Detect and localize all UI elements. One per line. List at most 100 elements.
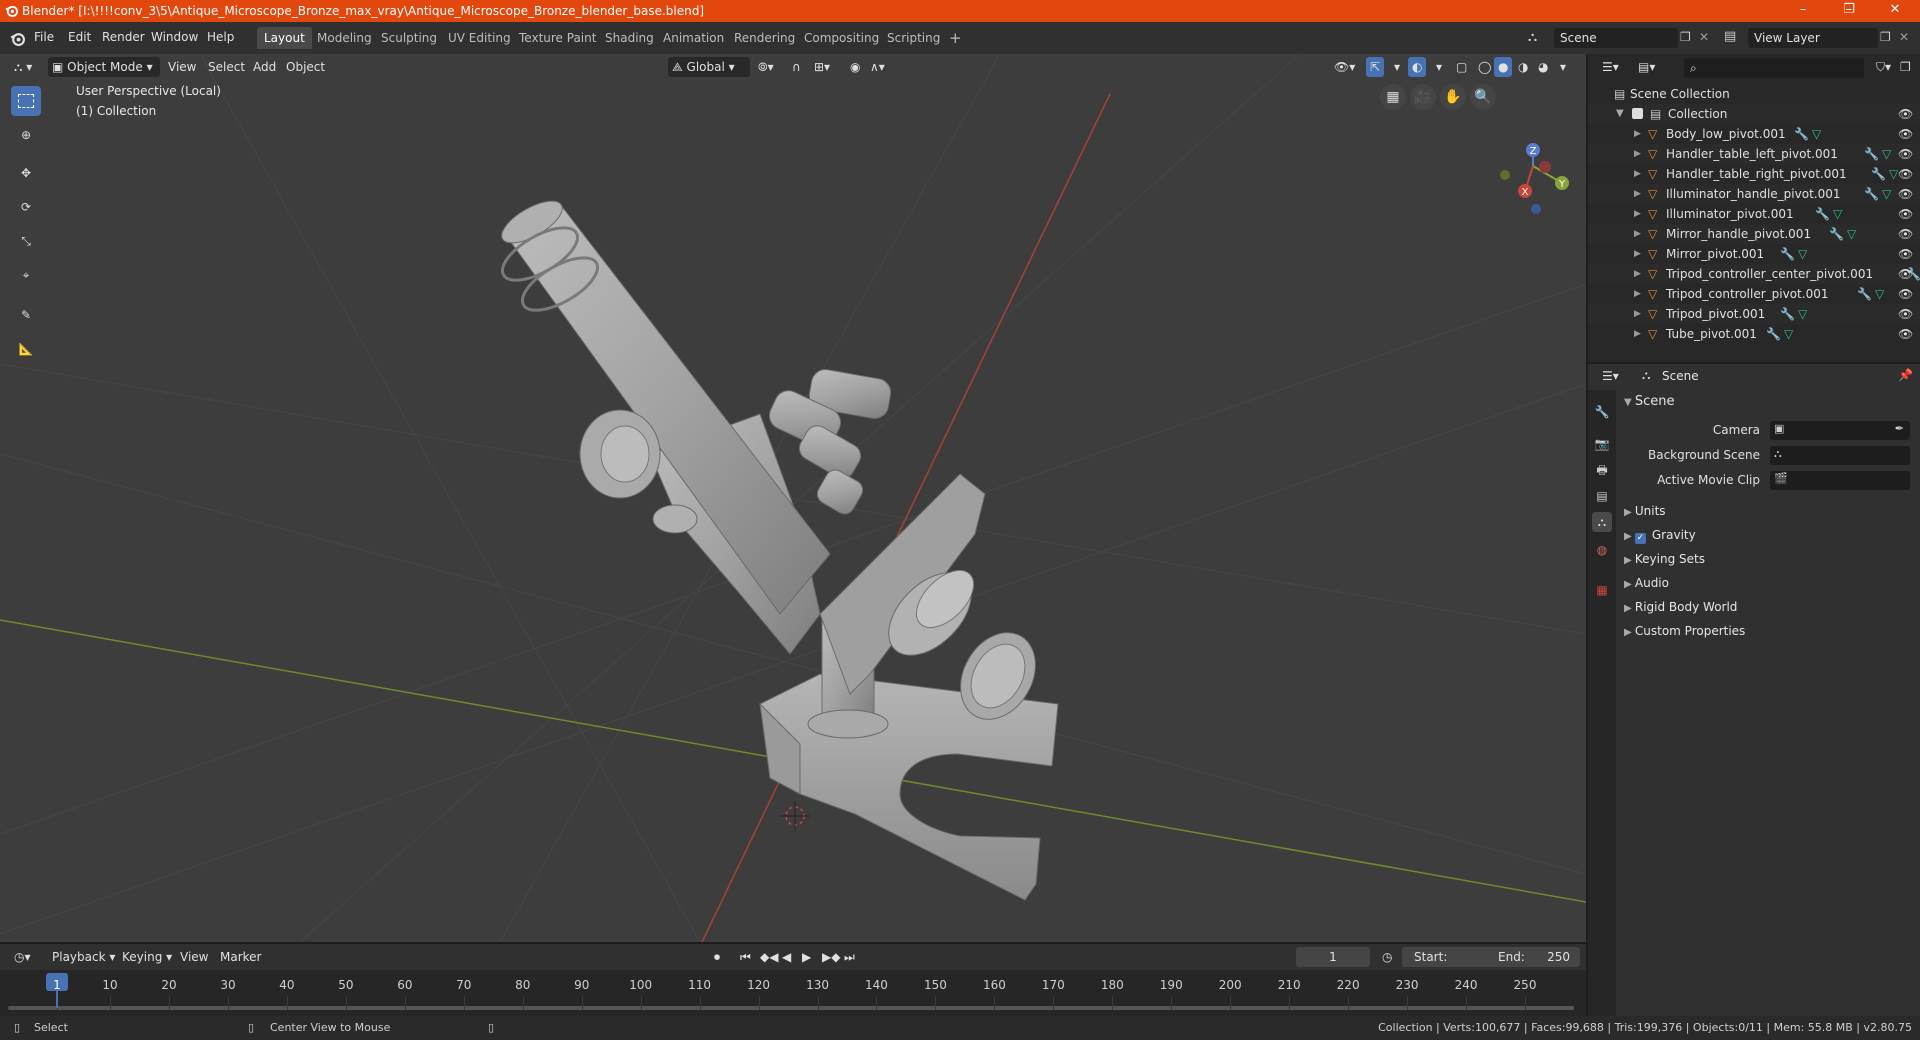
overlay-menu[interactable]: ▾ (1432, 57, 1446, 77)
tab-uv-editing[interactable]: UV Editing (441, 27, 518, 49)
camera-view-button[interactable]: 🎥 (1410, 84, 1436, 110)
keying-sets-panel-header[interactable]: ▶ Keying Sets (1624, 548, 1920, 570)
eye-icon[interactable]: 👁 (1898, 164, 1913, 184)
rigid-body-world-panel-header[interactable]: ▶ Rigid Body World (1624, 596, 1920, 618)
add-workspace-button[interactable]: + (942, 27, 969, 49)
scene-panel-header[interactable]: ▼ Scene (1624, 390, 1920, 412)
tab-texture[interactable]: ▦ (1592, 580, 1612, 600)
eyedropper-icon[interactable]: ✒ (1895, 422, 1904, 435)
pan-view-button[interactable]: ✋ (1440, 84, 1466, 110)
outliner-editor-type[interactable]: ☰▾ (1602, 60, 1619, 74)
audio-panel-header[interactable]: ▶ Audio (1624, 572, 1920, 594)
eye-icon[interactable]: 👁 (1898, 124, 1913, 144)
outliner-item[interactable]: ▶ ▽ Illuminator_pivot.001 🔧 ▽ 👁 (1588, 204, 1920, 224)
expand-arrow-icon[interactable]: ▶ (1634, 184, 1641, 204)
modifier-icon[interactable]: 🔧 (1864, 184, 1879, 204)
zoom-view-button[interactable]: 🔍 (1470, 84, 1496, 110)
eye-icon[interactable]: 👁 (1898, 324, 1913, 344)
outliner-scene-collection[interactable]: ▤ Scene Collection (1588, 84, 1920, 104)
header-menu-object[interactable]: Object (282, 57, 329, 77)
pivot-point-button[interactable]: ⦾▾ (754, 57, 778, 77)
new-collection-icon[interactable]: ❐ (1900, 60, 1911, 74)
outliner-item[interactable]: ▶ ▽ Handler_table_right_pivot.001 🔧 ▽ 👁 (1588, 164, 1920, 184)
eye-icon[interactable]: 👁 (1898, 264, 1913, 284)
proportional-edit-toggle[interactable]: ◉ (846, 57, 864, 77)
mesh-data-icon[interactable]: ▽ (1889, 164, 1898, 184)
mode-selector[interactable]: ▣ Object Mode ▾ (48, 57, 160, 77)
expand-arrow-icon[interactable]: ▶ (1634, 224, 1641, 244)
snap-toggle[interactable]: ∩ (788, 57, 805, 77)
header-menu-select[interactable]: Select (204, 57, 249, 77)
modifier-icon[interactable]: 🔧 (1871, 164, 1886, 184)
editor-type-button[interactable]: ⛬ ▾ (10, 57, 36, 77)
filter-icon[interactable]: ⛉▾ (1876, 60, 1891, 75)
eye-icon[interactable]: 👁 (1898, 144, 1913, 164)
shading-material[interactable]: ◑ (1514, 57, 1532, 77)
shading-rendered[interactable]: ◕ (1534, 57, 1552, 77)
menu-render[interactable]: Render (102, 30, 145, 44)
expand-arrow-icon[interactable]: ▶ (1634, 284, 1641, 304)
timeline-scrollbar[interactable] (8, 1006, 1574, 1010)
expand-arrow-icon[interactable]: ▶ (1634, 124, 1641, 144)
tab-view-layer[interactable]: ▤ (1592, 486, 1612, 506)
blender-menu-icon[interactable] (10, 31, 25, 46)
timeline-editor-type[interactable]: ◷▾ (10, 947, 35, 967)
background-scene-field[interactable]: ⛬ (1770, 446, 1910, 465)
tab-scripting[interactable]: Scripting (880, 27, 947, 49)
eye-icon[interactable]: 👁 (1898, 184, 1913, 204)
preview-range-toggle[interactable]: ◷ (1378, 947, 1396, 967)
mesh-data-icon[interactable]: ▽ (1798, 244, 1807, 264)
tab-texture-paint[interactable]: Texture Paint (512, 27, 603, 49)
active-movie-clip-field[interactable]: 🎬 (1770, 471, 1910, 490)
menu-window[interactable]: Window (151, 30, 198, 44)
modifier-icon[interactable]: 🔧 (1794, 124, 1809, 144)
tab-render[interactable]: 📷 (1592, 434, 1612, 454)
scene-selector-icon[interactable]: ⛬ (1528, 28, 1548, 48)
transform-tool[interactable]: ⌖ (11, 260, 41, 290)
scale-tool[interactable]: ⤡ (11, 226, 41, 256)
orientation-selector[interactable]: ⟁ Global ▾ (668, 57, 750, 77)
new-view-layer-icon[interactable]: ❐ (1880, 30, 1891, 44)
annotate-tool[interactable]: ✎ (11, 300, 41, 330)
close-window-button[interactable]: ✕ (1872, 0, 1918, 22)
rotate-tool[interactable]: ⟳ (11, 192, 41, 222)
outliner-collection[interactable]: ▼ ▤ Collection 👁 (1588, 104, 1920, 124)
collapse-arrow-icon[interactable]: ▼ (1616, 104, 1624, 124)
expand-arrow-icon[interactable]: ▶ (1634, 244, 1641, 264)
new-scene-icon[interactable]: ❐ (1680, 30, 1691, 44)
modifier-icon[interactable]: 🔧 (1829, 224, 1844, 244)
timeline-menu-keying[interactable]: Keying ▾ (118, 947, 176, 967)
menu-file[interactable]: File (34, 30, 54, 44)
outliner-search-input[interactable]: ⌕ (1684, 58, 1864, 78)
expand-arrow-icon[interactable]: ▶ (1634, 324, 1641, 344)
record-button[interactable]: ⏺ (710, 947, 724, 967)
tab-scene[interactable]: ⛬ (1592, 512, 1612, 532)
visibility-button[interactable]: 👁▾ (1330, 57, 1359, 77)
outliner-item[interactable]: ▶ ▽ Mirror_pivot.001 🔧 ▽ 👁 (1588, 244, 1920, 264)
expand-arrow-icon[interactable]: ▶ (1634, 164, 1641, 184)
outliner-item[interactable]: ▶ ▽ Tube_pivot.001 🔧 ▽ 👁 (1588, 324, 1920, 344)
menu-help[interactable]: Help (207, 30, 234, 44)
move-tool[interactable]: ✥ (11, 158, 41, 188)
display-mode-button[interactable]: ▤▾ (1638, 60, 1655, 74)
outliner-item[interactable]: ▶ ▽ Handler_table_left_pivot.001 🔧 ▽ 👁 (1588, 144, 1920, 164)
mesh-data-icon[interactable]: ▽ (1875, 284, 1884, 304)
mesh-data-icon[interactable]: ▽ (1798, 304, 1807, 324)
tab-output[interactable]: 🖶 (1592, 460, 1612, 480)
xray-toggle[interactable]: ▢ (1452, 57, 1471, 77)
eye-icon[interactable]: 👁 (1898, 284, 1913, 304)
modifier-icon[interactable]: 🔧 (1780, 244, 1795, 264)
properties-editor-type[interactable]: ☰▾ (1602, 369, 1619, 383)
gravity-checkbox[interactable]: ✓ (1634, 533, 1646, 544)
view-layer-icon[interactable]: ▤ (1724, 29, 1736, 44)
tab-layout[interactable]: Layout (257, 27, 312, 49)
tab-rendering[interactable]: Rendering (727, 27, 802, 49)
delete-view-layer-icon[interactable]: ✕ (1899, 30, 1909, 44)
timeline-menu-playback[interactable]: Playback ▾ (48, 947, 119, 967)
mesh-data-icon[interactable]: ▽ (1882, 144, 1891, 164)
mesh-data-icon[interactable]: ▽ (1784, 324, 1793, 344)
microscope-model[interactable] (495, 193, 1059, 901)
view-layer-field[interactable]: View Layer (1748, 28, 1878, 48)
timeline-menu-marker[interactable]: Marker (216, 947, 265, 967)
select-box-tool[interactable] (11, 86, 41, 116)
